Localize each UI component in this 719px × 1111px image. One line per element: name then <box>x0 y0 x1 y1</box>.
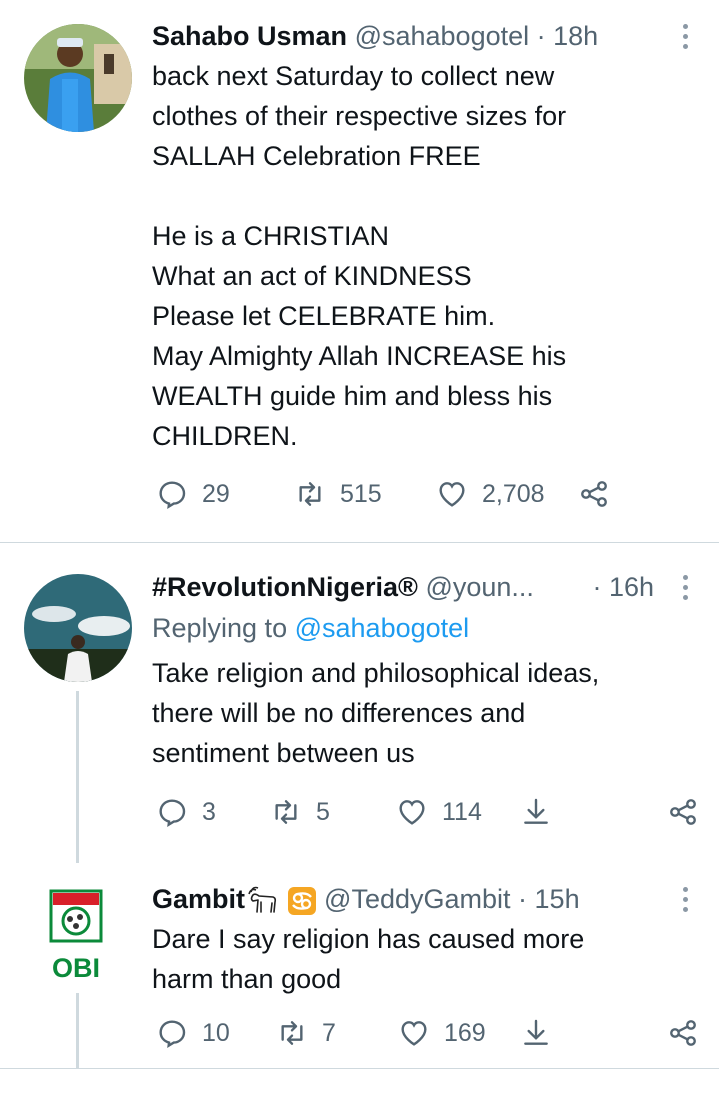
like-button[interactable]: 169 <box>398 1013 486 1053</box>
retweet-count: 515 <box>340 479 382 508</box>
tweet-gambit[interactable]: OBI Gambit @TeddyGambit · 15h Dare I say… <box>0 863 719 1068</box>
retweet-icon <box>275 800 297 824</box>
share-button[interactable] <box>578 474 610 514</box>
replying-prefix: Replying to <box>152 613 288 643</box>
reply-count: 3 <box>202 797 216 826</box>
retweet-count: 7 <box>322 1018 336 1047</box>
user-handle[interactable]: @sahabogotel <box>355 21 530 51</box>
tweet-revolution-nigeria[interactable]: #RevolutionNigeria® @youn... · 16h Reply… <box>0 543 719 863</box>
avatar-gambit[interactable]: OBI <box>24 877 132 985</box>
retweet-button[interactable]: 515 <box>294 474 382 514</box>
display-name[interactable]: Gambit <box>152 884 245 914</box>
retweet-button[interactable]: 5 <box>270 792 330 832</box>
like-button[interactable]: 114 <box>396 792 482 832</box>
user-handle[interactable]: @youn... <box>425 572 533 602</box>
display-name[interactable]: Sahabo Usman <box>152 21 347 51</box>
tweet-actions: 29 515 2,708 <box>152 474 699 514</box>
share-icon <box>670 1020 696 1046</box>
like-count: 169 <box>444 1018 486 1047</box>
like-button[interactable]: 2,708 <box>436 474 545 514</box>
tweet-header: #RevolutionNigeria® @youn... · 16h <box>152 569 699 605</box>
reply-icon <box>159 481 186 509</box>
share-button[interactable] <box>667 1013 699 1053</box>
reply-icon <box>159 799 186 827</box>
replying-to: Replying to @sahabogotel <box>152 608 699 648</box>
like-count: 114 <box>442 797 482 826</box>
tweet-header: Sahabo Usman @sahabogotel · 18h <box>152 18 699 54</box>
tweet-header: Gambit @TeddyGambit · 15h <box>152 881 699 917</box>
like-icon <box>401 1021 427 1046</box>
user-handle[interactable]: @TeddyGambit <box>324 884 510 914</box>
like-icon <box>399 800 425 825</box>
more-icon[interactable] <box>671 18 699 54</box>
avatar-text: OBI <box>52 953 100 983</box>
reply-button[interactable]: 10 <box>156 1013 230 1053</box>
tweet-text: Take religion and philosophical ideas, t… <box>152 658 600 768</box>
avatar-revolution[interactable] <box>24 574 132 682</box>
compose-divider <box>0 1068 719 1069</box>
goat-emoji-icon <box>248 886 277 913</box>
timestamp[interactable]: · 15h <box>518 884 580 914</box>
tweet-actions: 3 5 114 <box>152 792 699 832</box>
share-icon <box>670 799 696 825</box>
like-icon <box>439 482 465 507</box>
display-name[interactable]: #RevolutionNigeria® <box>152 572 418 602</box>
reply-count: 10 <box>202 1018 230 1047</box>
download-button[interactable] <box>520 792 552 832</box>
reply-button[interactable]: 3 <box>156 792 216 832</box>
thread-line <box>76 993 79 1068</box>
tweet-sahabo-usman[interactable]: Sahabo Usman @sahabogotel · 18h back nex… <box>0 0 719 540</box>
tweet-text: Dare I say religion has caused more harm… <box>152 924 585 994</box>
retweet-icon <box>281 1021 303 1045</box>
more-icon[interactable] <box>671 881 699 917</box>
reply-button[interactable]: 29 <box>156 474 230 514</box>
tweet-text: back next Saturday to collect new clothe… <box>152 61 567 451</box>
timestamp[interactable]: · 18h <box>537 21 599 51</box>
timestamp[interactable]: · 16h <box>592 569 654 605</box>
retweet-count: 5 <box>316 797 330 826</box>
download-icon <box>524 1019 548 1045</box>
share-button[interactable] <box>667 792 699 832</box>
cancer-sign-icon <box>287 886 316 915</box>
more-icon[interactable] <box>671 569 699 605</box>
share-icon <box>581 481 607 507</box>
reply-count: 29 <box>202 479 230 508</box>
avatar-sahabo[interactable] <box>24 24 132 132</box>
like-count: 2,708 <box>482 479 545 508</box>
retweet-icon <box>299 482 321 506</box>
tweet-actions: 10 7 169 <box>152 1013 699 1053</box>
replying-mention[interactable]: @sahabogotel <box>295 613 470 643</box>
reply-icon <box>159 1020 186 1048</box>
thread-line <box>76 691 79 863</box>
download-button[interactable] <box>520 1013 552 1053</box>
retweet-button[interactable]: 7 <box>276 1013 336 1053</box>
download-icon <box>524 798 548 824</box>
